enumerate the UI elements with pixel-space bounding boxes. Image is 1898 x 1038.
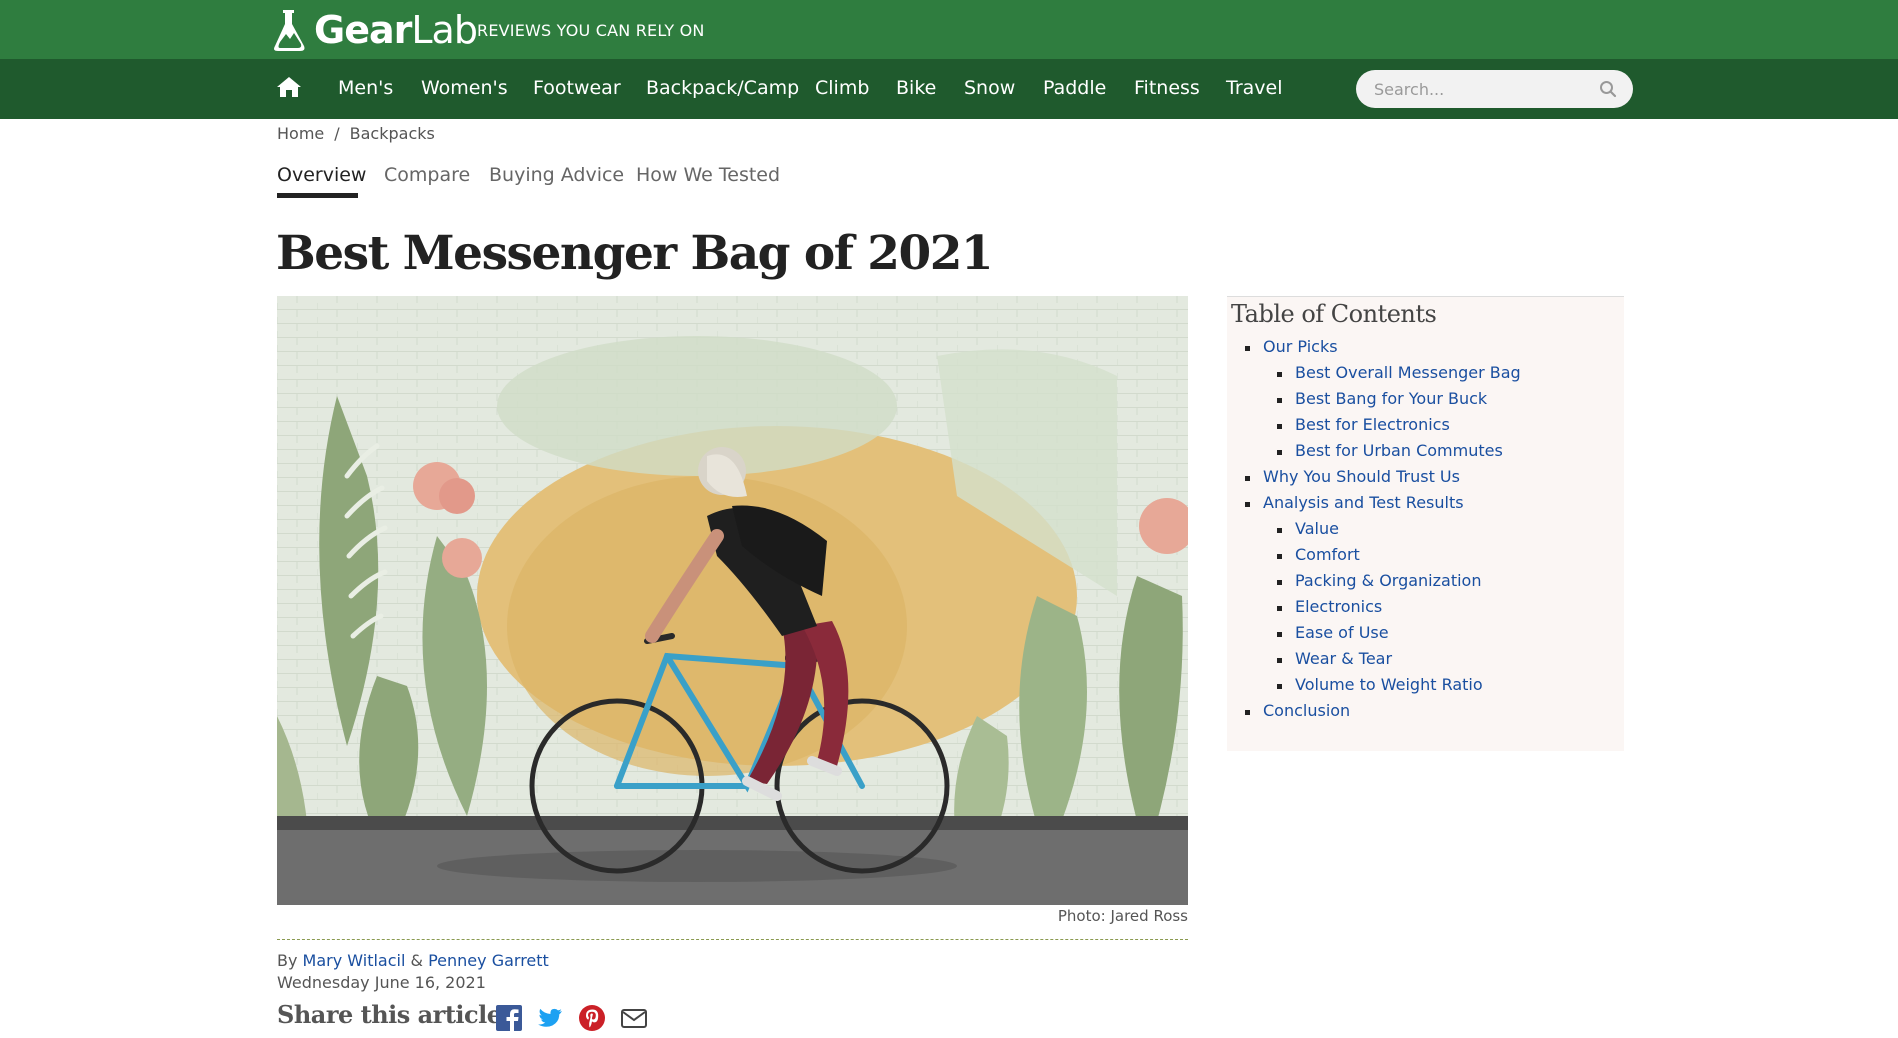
pinterest-icon[interactable] — [578, 1004, 606, 1032]
share-label: Share this article: — [277, 1000, 510, 1029]
tab-compare[interactable]: Compare — [384, 164, 470, 186]
publish-date: Wednesday June 16, 2021 — [277, 973, 486, 992]
toc-link-volume-to-weight-ratio[interactable]: Volume to Weight Ratio — [1227, 675, 1624, 701]
nav-item-footwear[interactable]: Footwear — [533, 77, 621, 99]
nav-item-climb[interactable]: Climb — [815, 77, 869, 99]
author-link-mary-witlacil[interactable]: Mary Witlacil — [303, 951, 406, 970]
toc-link-analysis-and-test-results[interactable]: Analysis and Test Results — [1227, 493, 1624, 519]
toc-title: Table of Contents — [1231, 300, 1437, 328]
nav-item-backpack-camp[interactable]: Backpack/Camp — [646, 77, 799, 99]
home-icon[interactable] — [276, 75, 302, 99]
article-divider — [277, 939, 1188, 940]
email-icon[interactable] — [620, 1004, 648, 1032]
search-input[interactable] — [1374, 70, 1594, 108]
tab-overview[interactable]: Overview — [277, 164, 366, 186]
toc-link-why-you-should-trust-us[interactable]: Why You Should Trust Us — [1227, 467, 1624, 493]
twitter-icon[interactable] — [536, 1004, 564, 1032]
toc-link-ease-of-use[interactable]: Ease of Use — [1227, 623, 1624, 649]
toc-link-comfort[interactable]: Comfort — [1227, 545, 1624, 571]
tab-buying-advice[interactable]: Buying Advice — [489, 164, 624, 186]
tab-how-we-tested[interactable]: How We Tested — [636, 164, 780, 186]
site-tagline: REVIEWS YOU CAN RELY ON — [477, 21, 705, 40]
toc-link-electronics[interactable]: Electronics — [1227, 597, 1624, 623]
toc-link-wear-tear[interactable]: Wear & Tear — [1227, 649, 1624, 675]
author-link-penney-garrett[interactable]: Penney Garrett — [428, 951, 549, 970]
toc-link-best-for-urban-commutes[interactable]: Best for Urban Commutes — [1227, 441, 1624, 467]
active-tab-indicator — [277, 193, 358, 198]
toc-link-best-for-electronics[interactable]: Best for Electronics — [1227, 415, 1624, 441]
toc-link-value[interactable]: Value — [1227, 519, 1624, 545]
breadcrumb-separator: / — [334, 124, 340, 143]
toc-link-conclusion[interactable]: Conclusion — [1227, 701, 1624, 727]
table-of-contents: Table of Contents Our Picks Best Overall … — [1227, 296, 1624, 751]
search-box — [1356, 70, 1633, 108]
hero-image — [277, 296, 1188, 905]
breadcrumb-backpacks[interactable]: Backpacks — [350, 124, 435, 143]
toc-link-our-picks[interactable]: Our Picks — [1227, 337, 1624, 363]
nav-item-bike[interactable]: Bike — [896, 77, 936, 99]
byline: By Mary Witlacil & Penney Garrett — [277, 951, 549, 970]
top-header: GearLab REVIEWS YOU CAN RELY ON — [0, 0, 1898, 59]
toc-link-packing-organization[interactable]: Packing & Organization — [1227, 571, 1624, 597]
nav-item-travel[interactable]: Travel — [1226, 77, 1282, 99]
photo-caption: Photo: Jared Ross — [1057, 907, 1188, 925]
nav-item-fitness[interactable]: Fitness — [1134, 77, 1200, 99]
toc-link-best-overall-messenger-bag[interactable]: Best Overall Messenger Bag — [1227, 363, 1624, 389]
byline-ampersand: & — [410, 951, 423, 970]
facebook-icon[interactable] — [495, 1004, 523, 1032]
flask-logo-icon — [274, 10, 305, 51]
toc-list: Our Picks Best Overall Messenger Bag Best … — [1227, 337, 1624, 727]
nav-item-paddle[interactable]: Paddle — [1043, 77, 1106, 99]
gearlab-logo[interactable]: GearLab — [270, 6, 478, 54]
search-icon[interactable] — [1599, 80, 1617, 98]
toc-link-best-bang-for-your-buck[interactable]: Best Bang for Your Buck — [1227, 389, 1624, 415]
main-nav: Men's Women's Footwear Backpack/Camp Climb Bi… — [0, 59, 1898, 119]
nav-item-snow[interactable]: Snow — [964, 77, 1015, 99]
nav-item-men-s[interactable]: Men's — [338, 77, 393, 99]
nav-item-women-s[interactable]: Women's — [421, 77, 508, 99]
breadcrumb-home[interactable]: Home — [277, 124, 324, 143]
page-title: Best Messenger Bag of 2021 — [276, 226, 994, 281]
cyclist-mural-photo — [277, 296, 1188, 905]
logo-wordmark: GearLab — [314, 8, 478, 52]
breadcrumb: Home / Backpacks — [277, 124, 435, 143]
byline-prefix: By — [277, 951, 298, 970]
